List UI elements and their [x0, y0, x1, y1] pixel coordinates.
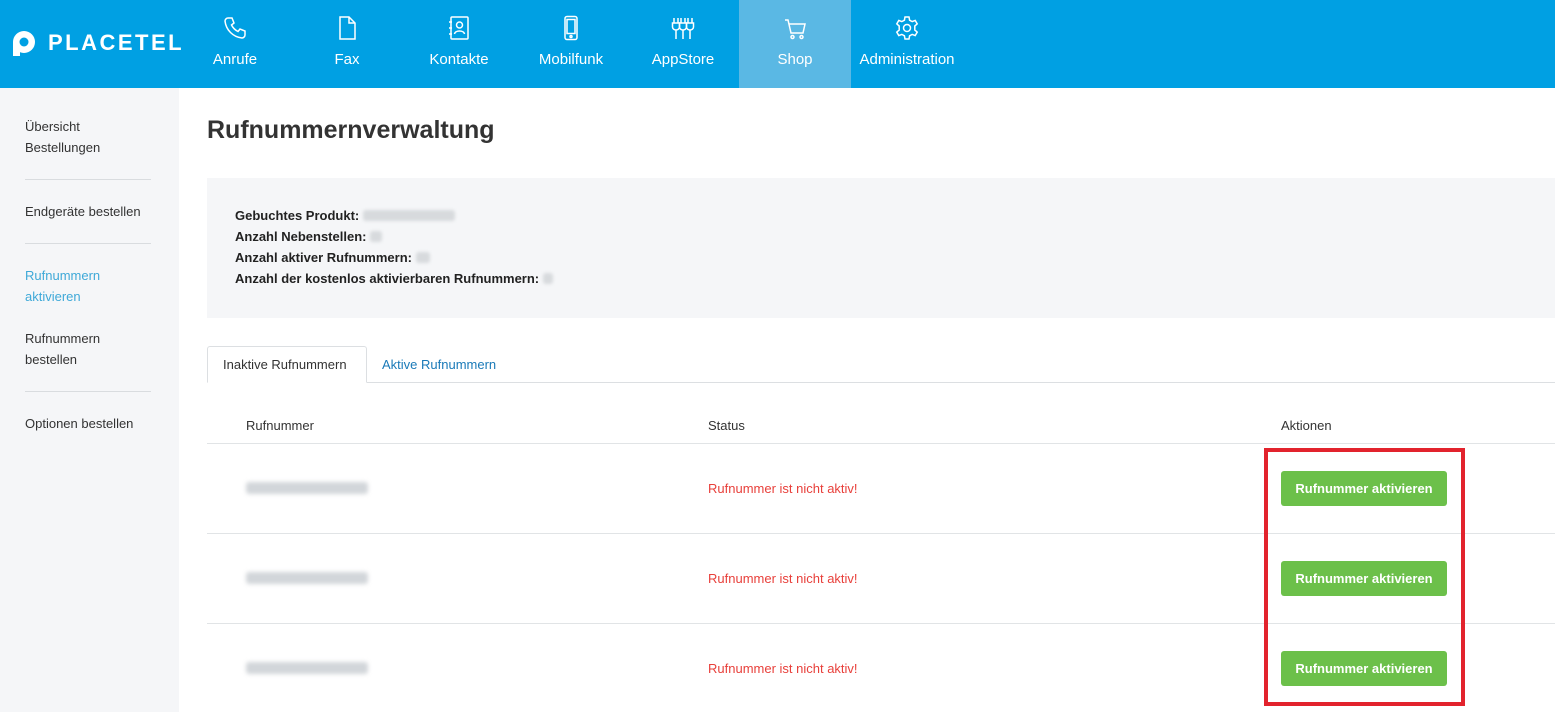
info-free-numbers: Anzahl der kostenlos aktivierbaren Rufnu…	[235, 271, 554, 286]
nav-label: Fax	[334, 51, 360, 68]
info-active-numbers: Anzahl aktiver Rufnummern:	[235, 250, 430, 265]
nav-label: Mobilfunk	[538, 51, 604, 68]
product-info-box: Gebuchtes Produkt: Anzahl Nebenstellen: …	[207, 178, 1555, 318]
redacted-value	[543, 273, 554, 284]
table-divider	[207, 443, 1555, 444]
sidebar-item-rufnummern-aktivieren[interactable]: Rufnummern aktivieren	[25, 265, 155, 307]
info-label: Anzahl Nebenstellen:	[235, 229, 367, 244]
info-label: Anzahl der kostenlos aktivierbaren Rufnu…	[235, 271, 540, 286]
redacted-phone-number	[246, 482, 368, 494]
column-header-rufnummer: Rufnummer	[246, 418, 314, 433]
nav-item-shop[interactable]: Shop	[739, 0, 851, 88]
sidebar-item-endgeraete-bestellen[interactable]: Endgeräte bestellen	[25, 201, 155, 222]
status-text: Rufnummer ist nicht aktiv!	[708, 481, 858, 496]
nav-label: Shop	[777, 51, 813, 68]
sidebar-divider	[25, 179, 151, 180]
placetel-logo[interactable]: PLACETEL	[10, 28, 184, 58]
activate-number-button[interactable]: Rufnummer aktivieren	[1281, 471, 1447, 506]
sidebar-item-label: Optionen bestellen	[25, 416, 134, 431]
nav-item-kontakte[interactable]: Kontakte	[403, 0, 515, 88]
sidebar-item-uebersicht-bestellungen[interactable]: Übersicht Bestellungen	[25, 116, 155, 158]
gear-icon	[894, 15, 920, 41]
sidebar-item-label: bestellen	[25, 352, 78, 367]
placetel-logo-icon	[10, 29, 38, 57]
activate-number-button[interactable]: Rufnummer aktivieren	[1281, 651, 1447, 686]
info-label: Gebuchtes Produkt:	[235, 208, 360, 223]
nav-label: Kontakte	[429, 51, 489, 68]
column-header-aktionen: Aktionen	[1281, 418, 1332, 433]
mobile-phone-icon	[558, 15, 584, 41]
activate-number-button[interactable]: Rufnummer aktivieren	[1281, 561, 1447, 596]
sidebar-divider	[25, 391, 151, 392]
brand-name: PLACETEL	[48, 30, 185, 55]
top-navigation-bar: PLACETEL Anrufe Fax Kontakte Mobilfunk A…	[0, 0, 1555, 88]
nav-item-anrufe[interactable]: Anrufe	[179, 0, 291, 88]
redacted-value	[370, 231, 383, 242]
sidebar: Übersicht Bestellungen Endgeräte bestell…	[0, 88, 179, 712]
sidebar-divider	[25, 243, 151, 244]
nav-item-fax[interactable]: Fax	[291, 0, 403, 88]
sidebar-item-label: Rufnummern	[25, 268, 101, 283]
document-icon	[334, 15, 360, 41]
redacted-phone-number	[246, 572, 368, 584]
address-book-icon	[446, 15, 472, 41]
info-label: Anzahl aktiver Rufnummern:	[235, 250, 412, 265]
redacted-phone-number	[246, 662, 368, 674]
nav-item-administration[interactable]: Administration	[851, 0, 963, 88]
sidebar-item-label: aktivieren	[25, 289, 81, 304]
sidebar-item-label: Bestellungen	[25, 140, 101, 155]
nav-label: AppStore	[651, 51, 715, 68]
sidebar-item-label: Rufnummern	[25, 331, 101, 346]
tab-aktive-rufnummern[interactable]: Aktive Rufnummern	[367, 346, 511, 383]
nav-item-appstore[interactable]: AppStore	[627, 0, 739, 88]
redacted-value	[415, 252, 430, 263]
info-booked-product: Gebuchtes Produkt:	[235, 208, 456, 223]
status-text: Rufnummer ist nicht aktiv!	[708, 661, 858, 676]
main-nav: Anrufe Fax Kontakte Mobilfunk AppStore S…	[179, 0, 963, 88]
status-text: Rufnummer ist nicht aktiv!	[708, 571, 858, 586]
redacted-value	[363, 210, 456, 221]
tab-inaktive-rufnummern[interactable]: Inaktive Rufnummern	[207, 346, 367, 383]
nav-label: Anrufe	[212, 51, 258, 68]
cart-icon	[782, 15, 808, 41]
sidebar-item-rufnummern-bestellen[interactable]: Rufnummern bestellen	[25, 328, 155, 370]
sidebar-item-optionen-bestellen[interactable]: Optionen bestellen	[25, 413, 155, 434]
page-title: Rufnummernverwaltung	[207, 116, 495, 144]
phone-icon	[222, 15, 248, 41]
column-header-status: Status	[708, 418, 745, 433]
table-divider	[207, 533, 1555, 534]
nav-label: Administration	[859, 51, 955, 68]
nav-item-mobilfunk[interactable]: Mobilfunk	[515, 0, 627, 88]
table-divider	[207, 623, 1555, 624]
sidebar-item-label: Übersicht	[25, 119, 80, 134]
info-extensions: Anzahl Nebenstellen:	[235, 229, 383, 244]
sidebar-item-label: Endgeräte bestellen	[25, 204, 141, 219]
plugins-icon	[670, 15, 696, 41]
